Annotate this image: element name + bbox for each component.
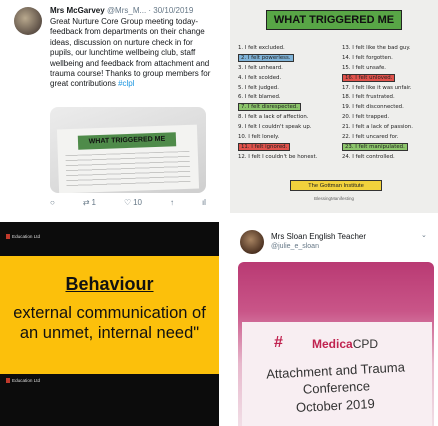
retweet-icon: ⇄ bbox=[82, 198, 90, 207]
tweet-author[interactable]: Mrs Sloan English Teacher bbox=[271, 232, 366, 241]
brand-name: MedicaCPD bbox=[312, 337, 378, 351]
trigger-item-text: 7. I felt disrespected. bbox=[238, 103, 301, 112]
reply-icon: ○ bbox=[50, 198, 55, 207]
trigger-item-text: 5. I felt judged. bbox=[238, 84, 279, 91]
like-button[interactable]: ♡ 10 bbox=[124, 198, 142, 207]
trigger-item: 5. I felt judged. bbox=[238, 84, 342, 94]
trigger-item-text: 19. I felt disconnected. bbox=[342, 104, 404, 111]
trigger-item: 7. I felt disrespected. bbox=[238, 103, 342, 113]
trigger-item: 11. I felt ignored. bbox=[238, 142, 342, 153]
gottman-label: The Gottman Institute bbox=[290, 180, 382, 191]
slide-bottom-label: Education Ltd bbox=[12, 378, 41, 383]
logo-mark-icon bbox=[6, 234, 10, 240]
slide-top-label: Education Ltd bbox=[12, 234, 41, 239]
share-button[interactable]: ↑ bbox=[170, 198, 174, 207]
trigger-item: 24. I felt controlled. bbox=[342, 153, 436, 163]
tweet-text-body: Great Nurture Core Group meeting today- … bbox=[50, 17, 211, 89]
trigger-item: 15. I felt unsafe. bbox=[342, 64, 436, 74]
hashtag-link[interactable]: #clpl bbox=[118, 79, 134, 88]
slide-quote: external communication of an unmet, inte… bbox=[13, 304, 206, 342]
trigger-item: 6. I felt blamed. bbox=[238, 93, 342, 103]
trigger-item: 2. I felt powerless. bbox=[238, 53, 342, 64]
trigger-item-text: 13. I felt like the bad guy. bbox=[342, 45, 411, 51]
retweet-count: 1 bbox=[91, 198, 96, 207]
tweet-photo[interactable]: WHAT TRIGGERED ME bbox=[50, 107, 206, 193]
tweet-handle[interactable]: @julie_e_sloan bbox=[271, 243, 319, 250]
trigger-item-text: 11. I felt ignored. bbox=[238, 142, 291, 151]
brand-prefix: Medica bbox=[312, 337, 353, 351]
trigger-item: 17. I felt like it was unfair. bbox=[342, 84, 436, 94]
trigger-item: 22. I felt uncared for. bbox=[342, 133, 436, 143]
conference-photo[interactable]: # MedicaCPD Attachment and Trauma Confer… bbox=[238, 262, 434, 426]
avatar[interactable] bbox=[14, 7, 42, 35]
trigger-item: 19. I felt disconnected. bbox=[342, 103, 436, 113]
photo-worksheet-lines bbox=[65, 150, 191, 190]
triggers-list-right: 13. I felt like the bad guy. 14. I felt f… bbox=[342, 44, 436, 163]
triggers-list-left: 1. I felt excluded. 2. I felt powerless. 3… bbox=[238, 44, 342, 163]
trigger-item: 3. I felt unheard. bbox=[238, 64, 342, 74]
trigger-item: 10. I felt lonely. bbox=[238, 133, 342, 143]
tweet-author[interactable]: Mrs McGarvey bbox=[50, 6, 105, 15]
medica-logo-icon: # bbox=[274, 334, 284, 351]
trigger-item: 8. I felt a lack of affection. bbox=[238, 113, 342, 123]
tweet-card-mcgarvey[interactable]: Mrs McGarvey @Mrs_M... · 30/10/2019 Grea… bbox=[0, 0, 219, 213]
trigger-item-text: 4. I felt scolded. bbox=[238, 74, 282, 81]
trigger-item: 21. I felt a lack of passion. bbox=[342, 123, 436, 133]
trigger-item-text: 21. I felt a lack of passion. bbox=[342, 124, 413, 131]
avatar[interactable] bbox=[240, 230, 264, 254]
worksheet-credit: BlessingManifesting bbox=[313, 196, 355, 201]
slide-panel: Behaviour external communication of an u… bbox=[0, 256, 219, 374]
tweet-body: Mrs McGarvey @Mrs_M... · 30/10/2019 Grea… bbox=[50, 5, 212, 90]
trigger-item-text: 10. I felt lonely. bbox=[238, 134, 280, 141]
trigger-item-text: 8. I felt a lack of affection. bbox=[238, 114, 309, 121]
trigger-item-text: 14. I felt forgotten. bbox=[342, 54, 393, 61]
trigger-item-text: 18. I felt frustrated. bbox=[342, 94, 395, 101]
trigger-item: 13. I felt like the bad guy. bbox=[342, 44, 436, 54]
trigger-item: 18. I felt frustrated. bbox=[342, 93, 436, 103]
trigger-item-text: 24. I felt controlled. bbox=[342, 153, 395, 160]
trigger-item-text: 16. I felt unloved. bbox=[342, 73, 396, 82]
analytics-icon: ıl bbox=[201, 198, 206, 207]
trigger-item-text: 3. I felt unheard. bbox=[238, 64, 283, 71]
slide-top-bar: Education Ltd bbox=[6, 232, 40, 242]
trigger-item: 23. I felt manipulated. bbox=[342, 142, 436, 153]
trigger-item-text: 20. I felt trapped. bbox=[342, 114, 390, 121]
trigger-item-text: 1. I felt excluded. bbox=[238, 45, 285, 51]
trigger-item: 14. I felt forgotten. bbox=[342, 54, 436, 64]
trigger-item-text: 9. I felt I couldn't speak up. bbox=[238, 124, 312, 131]
chevron-down-icon[interactable]: ⌄ bbox=[421, 231, 427, 239]
trigger-item-text: 23. I felt manipulated. bbox=[342, 142, 408, 151]
retweet-button[interactable]: ⇄ 1 bbox=[83, 198, 96, 207]
trigger-item-text: 17. I felt like it was unfair. bbox=[342, 84, 412, 91]
trigger-item: 16. I felt unloved. bbox=[342, 73, 436, 84]
tweet-header: Mrs McGarvey @Mrs_M... · 30/10/2019 bbox=[50, 6, 194, 15]
behaviour-slide[interactable]: Education Ltd Behaviour external communi… bbox=[0, 222, 219, 426]
slide-heading: Behaviour bbox=[65, 274, 154, 294]
trigger-item: 20. I felt trapped. bbox=[342, 113, 436, 123]
trigger-item: 4. I felt scolded. bbox=[238, 74, 342, 84]
trigger-item: 1. I felt excluded. bbox=[238, 44, 342, 54]
worksheet-title: WHAT TRIGGERED ME bbox=[266, 10, 402, 30]
tweet-date[interactable]: 30/10/2019 bbox=[153, 6, 193, 15]
trigger-item: 9. I felt I couldn't speak up. bbox=[238, 123, 342, 133]
like-count: 10 bbox=[133, 198, 143, 207]
share-icon: ↑ bbox=[169, 198, 174, 207]
brand-suffix: CPD bbox=[352, 337, 379, 351]
worksheet-image[interactable]: WHAT TRIGGERED ME 1. I felt excluded. 2. … bbox=[230, 0, 438, 213]
trigger-item-text: 12. I felt I couldn't be honest. bbox=[238, 153, 318, 160]
trigger-item-text: 6. I felt blamed. bbox=[238, 94, 281, 101]
tweet-card-sloan[interactable]: Mrs Sloan English Teacher @julie_e_sloan… bbox=[229, 222, 438, 426]
logo-mark-icon bbox=[6, 378, 10, 384]
tweet-actions: ○ ⇄ 1 ♡ 10 ↑ ıl bbox=[50, 198, 206, 207]
trigger-item-text: 2. I felt powerless. bbox=[238, 53, 294, 62]
tweet-handle[interactable]: @Mrs_M... bbox=[107, 6, 146, 15]
trigger-item: 12. I felt I couldn't be honest. bbox=[238, 153, 342, 163]
trigger-item-text: 15. I felt unsafe. bbox=[342, 64, 387, 71]
reply-button[interactable]: ○ bbox=[50, 198, 55, 207]
analytics-button[interactable]: ıl bbox=[202, 198, 206, 207]
heart-icon: ♡ bbox=[123, 198, 132, 207]
slide-bottom-bar: Education Ltd bbox=[6, 376, 40, 386]
tweet-text: Great Nurture Core Group meeting today- … bbox=[50, 17, 212, 90]
trigger-item-text: 22. I felt uncared for. bbox=[342, 134, 399, 141]
